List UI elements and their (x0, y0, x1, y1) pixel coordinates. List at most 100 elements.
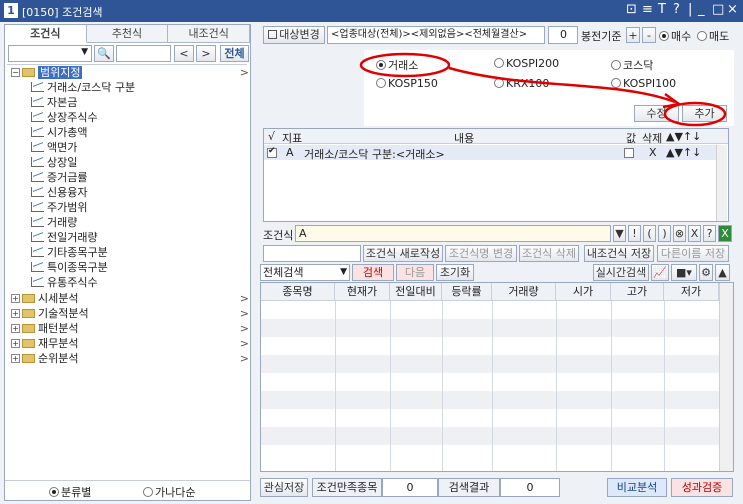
tree-folder[interactable]: + 기술적분석 (11, 306, 89, 321)
tree-item[interactable]: 신용융자 (31, 185, 87, 200)
chart-icon[interactable]: 📈 (651, 264, 669, 281)
cond-tool-not[interactable]: ! (628, 225, 641, 242)
row-move-buttons[interactable]: ▲▼↑↓ (666, 146, 701, 159)
col-volume[interactable]: 거래량 (492, 283, 556, 301)
divider (442, 301, 443, 471)
tab-recommend[interactable]: 추천식 (86, 25, 169, 43)
col-rate[interactable]: 등락률 (442, 283, 492, 301)
collapse-icon[interactable]: − (11, 68, 20, 77)
condition-expression-input[interactable]: A (295, 225, 611, 242)
target-change-button[interactable]: 대상변경 (263, 26, 325, 44)
tree-item[interactable]: 자본금 (31, 95, 77, 110)
radio-alphabetical[interactable]: 가나다순 (143, 484, 195, 500)
save-my-condition-button[interactable]: 내조건식 저장 (584, 245, 654, 262)
minimize-button[interactable]: _ (698, 2, 705, 17)
cond-tool-xor[interactable]: ⊗ (673, 225, 686, 242)
cond-tool-dropdown[interactable]: ▼ (613, 225, 626, 242)
tree-item[interactable]: 증거금률 (31, 170, 87, 185)
rename-condition-button[interactable]: 조건식명 변경 (445, 245, 517, 262)
tree-item[interactable]: 특이종목구분 (31, 260, 108, 275)
col-price[interactable]: 현재가 (335, 283, 390, 301)
col-change[interactable]: 전일대비 (390, 283, 442, 301)
minus-button[interactable]: - (642, 27, 656, 43)
tree-folder[interactable]: + 시세분석 (11, 291, 78, 306)
list-menu-icon[interactable]: ■▾ (671, 264, 697, 281)
folder-icon (22, 68, 35, 77)
tree-item[interactable]: 전일거래량 (31, 230, 98, 245)
tree-item[interactable]: 거래량 (31, 215, 77, 230)
maximize-button[interactable]: □ (712, 2, 724, 17)
tree-item[interactable]: 액면가 (31, 140, 77, 155)
col-open[interactable]: 시가 (556, 283, 611, 301)
save-as-button[interactable]: 다른이름 저장 (657, 245, 729, 262)
cond-tool-close-paren[interactable]: ) (658, 225, 671, 242)
tree-folder[interactable]: + 패턴분석 (11, 321, 78, 336)
value-checkbox[interactable] (624, 148, 634, 158)
chart-icon (31, 142, 44, 152)
collapse-up-icon[interactable]: ▲ (715, 264, 730, 281)
prev-button[interactable]: < (174, 45, 194, 62)
annotation-arrow (448, 66, 676, 104)
expand-icon[interactable]: + (11, 294, 20, 303)
target-value: <업종대상(전체)><제외없음><전체월결산> (327, 26, 545, 44)
gear-icon[interactable]: ⚙ (699, 264, 713, 281)
row-delete-button[interactable]: X (649, 146, 657, 159)
tree-item[interactable]: 시가총액 (31, 125, 87, 140)
radio-icon (697, 31, 707, 41)
tab-my-condition[interactable]: 내조건식 (168, 25, 251, 43)
cond-tool-x[interactable]: X (688, 225, 701, 242)
plus-button[interactable]: + (626, 27, 640, 43)
tree-item[interactable]: 유통주식수 (31, 275, 98, 290)
search-icon[interactable]: 🔍 (94, 45, 114, 62)
expand-icon[interactable]: + (11, 354, 20, 363)
realtime-search-button[interactable]: 실시간검색 (593, 264, 649, 281)
new-condition-button[interactable]: 조건식 새로작성 (363, 245, 443, 262)
performance-button[interactable]: 성과검증 (671, 478, 733, 497)
condition-name-input[interactable] (263, 245, 361, 262)
menu-icon[interactable]: ≡ (642, 2, 653, 17)
layout-icon[interactable]: ⊡ (626, 2, 637, 17)
tree-folder-range[interactable]: − 범위지정 (11, 65, 83, 80)
reset-button[interactable]: 초기화 (436, 264, 474, 281)
all-button[interactable]: 전체 (220, 45, 249, 62)
compare-button[interactable]: 비교분석 (607, 478, 667, 497)
search-button[interactable]: 검색 (352, 264, 394, 281)
tab-condition[interactable]: 조건식 (5, 25, 87, 43)
expand-icon[interactable]: + (11, 339, 20, 348)
next-search-button[interactable]: 다음 (396, 264, 434, 281)
col-low[interactable]: 저가 (664, 283, 719, 301)
result-scrollbar[interactable] (719, 283, 733, 471)
tree-item[interactable]: 상장주식수 (31, 110, 98, 125)
font-icon[interactable]: T (658, 2, 666, 17)
bong-stepper[interactable]: 0 (548, 26, 578, 44)
condition-tree-panel: 조건식 추천식 내조건식 ▼ 🔍 < > 전체 − 범위지정 > 거래소/코스닥 … (4, 24, 251, 501)
tree-item[interactable]: 기타종목구분 (31, 245, 108, 260)
delete-condition-button[interactable]: 조건식 삭제 (519, 245, 579, 262)
help-icon[interactable]: ? (673, 2, 680, 17)
radio-by-category[interactable]: 분류별 (49, 484, 91, 500)
tree-folder[interactable]: + 재무분석 (11, 336, 78, 351)
interest-save-button[interactable]: 관심저장 (260, 478, 308, 497)
category-select[interactable]: ▼ (8, 45, 92, 62)
tree-folder[interactable]: + 순위분석 (11, 351, 78, 366)
cond-tool-help[interactable]: ? (703, 225, 716, 242)
expand-icon[interactable]: + (11, 324, 20, 333)
condition-row[interactable]: A 거래소/코스닥 구분:<거래소> X ▲▼↑↓ (264, 145, 716, 161)
condition-scrollbar[interactable] (716, 145, 727, 221)
tree-search-input[interactable] (116, 45, 171, 62)
close-button[interactable]: × (727, 2, 738, 17)
buy-radio[interactable]: 매수 (659, 28, 691, 44)
sell-radio[interactable]: 매도 (697, 28, 729, 44)
tree-item[interactable]: 주가범위 (31, 200, 87, 215)
cond-tool-open-paren[interactable]: ( (643, 225, 656, 242)
col-high[interactable]: 고가 (611, 283, 664, 301)
tree-item[interactable]: 상장일 (31, 155, 77, 170)
table-row (261, 355, 719, 373)
tree-item[interactable]: 거래소/코스닥 구분 (31, 80, 135, 95)
col-name[interactable]: 종목명 (261, 283, 335, 301)
row-checkbox[interactable] (267, 146, 277, 158)
expand-icon[interactable]: + (11, 309, 20, 318)
search-scope-select[interactable]: 전체검색 ▼ (260, 264, 350, 281)
excel-icon[interactable]: X (718, 225, 732, 242)
next-button[interactable]: > (196, 45, 216, 62)
